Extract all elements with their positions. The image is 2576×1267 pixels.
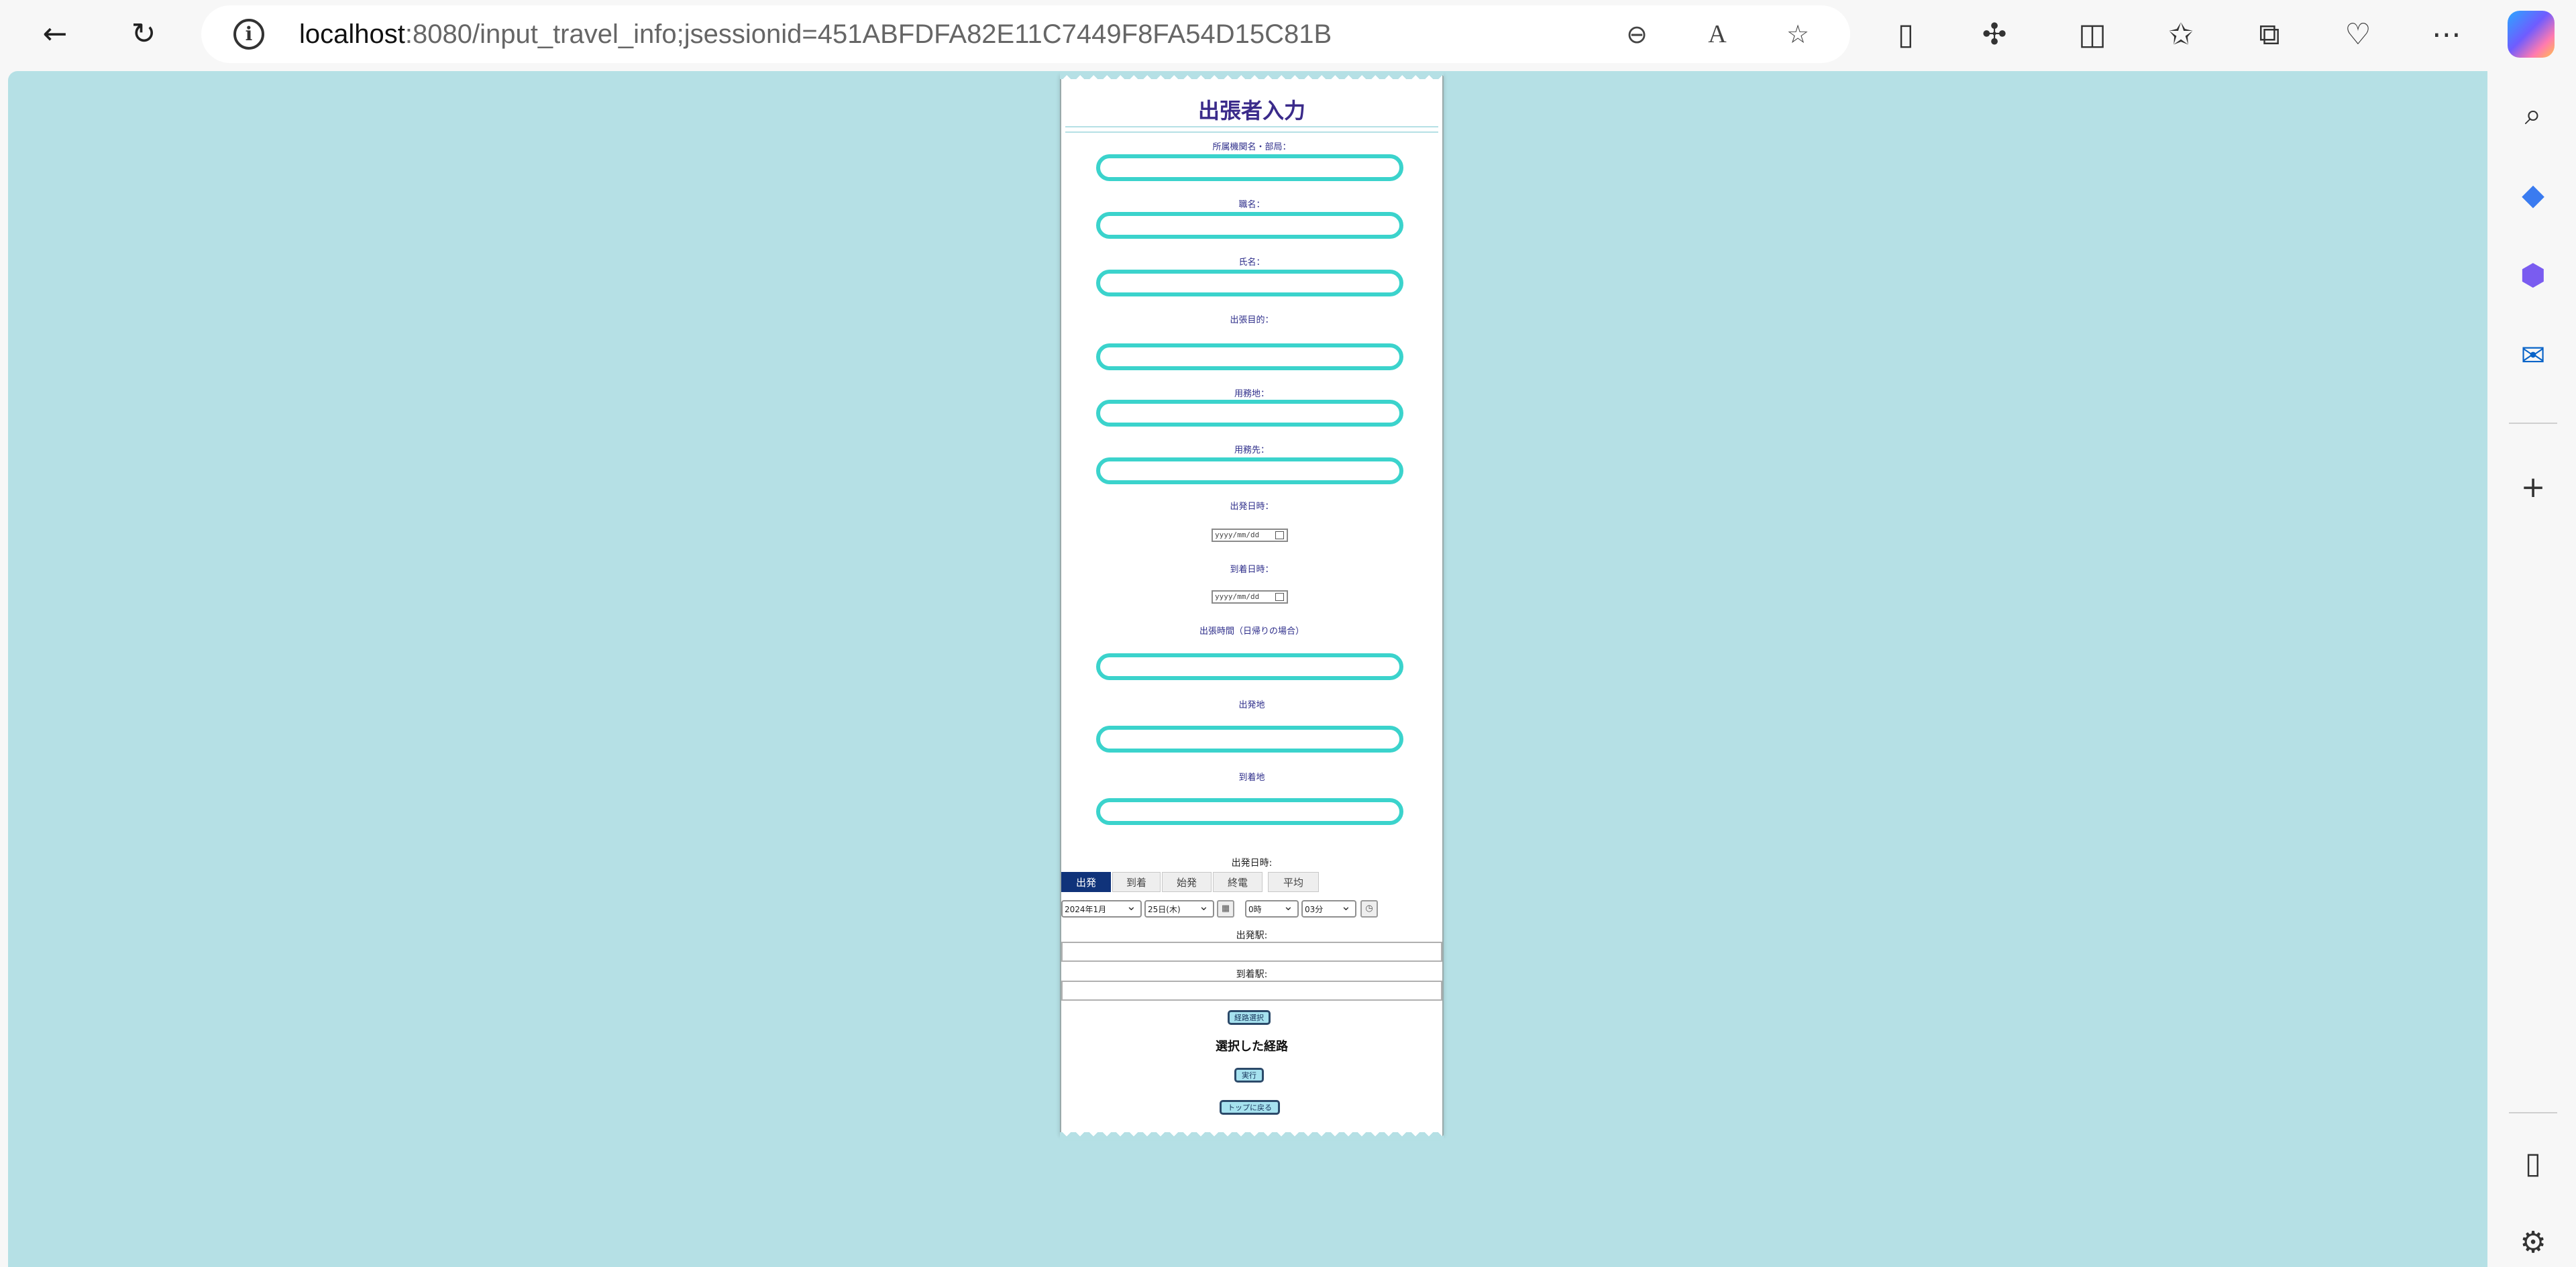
outlook-icon[interactable]: ✉ — [2510, 333, 2556, 378]
route-select-button[interactable]: 経路選択 — [1228, 1010, 1271, 1025]
arrive-station-label: 到着駅: — [1236, 969, 1268, 980]
tab-first-train[interactable]: 始発 — [1162, 872, 1212, 892]
org-input[interactable] — [1096, 154, 1403, 181]
extensions-icon[interactable]: ✣ — [1971, 11, 2018, 58]
sidebar-toggle-icon[interactable]: ▯ — [2510, 1140, 2556, 1186]
add-icon[interactable]: + — [2510, 464, 2556, 510]
browser-toolbar: ← ↻ i localhost:8080/input_travel_info;j… — [0, 0, 2576, 71]
tab-average[interactable]: 平均 — [1268, 872, 1319, 892]
back-arrow-icon[interactable]: ← — [31, 9, 79, 58]
hour-select[interactable]: 0時 ⌄ — [1245, 899, 1299, 918]
destination-label: 到着地 — [1238, 773, 1265, 783]
star-icon[interactable]: ☆ — [1778, 14, 1818, 54]
trip-hours-label: 出張時間（日帰りの場合） — [1199, 626, 1304, 637]
search-icon[interactable]: ⌕ — [2510, 91, 2556, 137]
selected-route-title: 選択した経路 — [1216, 1040, 1288, 1054]
arrive-date-input[interactable]: yyyy/mm/dd — [1212, 590, 1288, 604]
info-icon[interactable]: i — [233, 19, 264, 50]
split-screen-icon[interactable]: ◫ — [2069, 11, 2116, 58]
purpose-label: 出張目的： — [1230, 315, 1274, 325]
name-input[interactable] — [1096, 270, 1403, 296]
zigzag-top-edge — [1060, 71, 1444, 79]
tag-icon[interactable]: ◆ — [2510, 172, 2556, 217]
browser-essentials-icon[interactable]: ♡ — [2334, 11, 2381, 58]
date-placeholder: yyyy/mm/dd — [1215, 592, 1260, 601]
position-input[interactable] — [1096, 212, 1403, 239]
office-icon[interactable]: ⬢ — [2510, 252, 2556, 298]
tab-arrive[interactable]: 到着 — [1112, 872, 1161, 892]
title-divider — [1065, 126, 1438, 133]
sidebar-divider — [2509, 423, 2557, 424]
depart-datetime-label: 出発日時： — [1230, 502, 1274, 512]
name-label: 氏名： — [1238, 258, 1265, 268]
favorites-icon[interactable]: ✩ — [2157, 11, 2204, 58]
tab-last-train[interactable]: 終電 — [1213, 872, 1263, 892]
position-label: 職名： — [1238, 200, 1265, 210]
gear-icon[interactable]: ⚙ — [2510, 1219, 2556, 1265]
copilot-icon[interactable] — [2508, 11, 2555, 58]
chevron-down-icon: ⌄ — [1198, 899, 1209, 914]
calendar-icon[interactable] — [1275, 531, 1284, 539]
more-menu-icon[interactable]: ⋯ — [2423, 11, 2470, 58]
current-time-button[interactable]: ◷ — [1360, 900, 1378, 918]
depart-station-label: 出発駅: — [1236, 930, 1268, 941]
route-depart-datetime-label: 出発日時: — [1231, 858, 1273, 869]
chevron-down-icon: ⌄ — [1126, 899, 1136, 914]
destination-input[interactable] — [1096, 798, 1403, 825]
page-title: 出張者入力 — [1197, 98, 1305, 123]
address-bar[interactable]: i localhost:8080/input_travel_info;jsess… — [201, 5, 1850, 63]
calendar-icon[interactable] — [1275, 593, 1284, 601]
depart-date-input[interactable]: yyyy/mm/dd — [1212, 529, 1288, 542]
chevron-down-icon: ⌄ — [1283, 899, 1293, 914]
business-dest-label: 用務先： — [1234, 445, 1269, 455]
date-placeholder: yyyy/mm/dd — [1215, 531, 1260, 539]
day-select[interactable]: 25日(木) ⌄ — [1144, 899, 1214, 918]
reload-icon[interactable]: ↻ — [119, 9, 168, 58]
minute-select[interactable]: 03分 ⌄ — [1301, 899, 1356, 918]
purpose-input[interactable] — [1096, 343, 1403, 370]
arrive-station-input[interactable] — [1061, 981, 1442, 1001]
zoom-out-icon[interactable]: ⊖ — [1617, 14, 1657, 54]
arrive-datetime-label: 到着日時： — [1230, 565, 1274, 575]
page-icon[interactable]: ▯ — [1882, 11, 1929, 58]
url-text[interactable]: localhost:8080/input_travel_info;jsessio… — [299, 5, 1332, 63]
year-month-select[interactable]: 2024年1月 ⌄ — [1061, 899, 1142, 918]
collections-icon[interactable]: ⧉ — [2246, 11, 2293, 58]
business-place-input[interactable] — [1096, 400, 1403, 427]
origin-input[interactable] — [1096, 726, 1403, 753]
depart-station-input[interactable] — [1061, 942, 1442, 962]
trip-hours-input[interactable] — [1096, 653, 1403, 680]
browser-sidebar: ⌕ ◆ ⬢ ✉ + ▯ ⚙ — [2490, 71, 2576, 1267]
execute-button[interactable]: 実行 — [1234, 1068, 1264, 1083]
tab-depart[interactable]: 出発 — [1061, 872, 1111, 892]
business-dest-input[interactable] — [1096, 457, 1403, 484]
back-to-top-button[interactable]: トップに戻る — [1220, 1100, 1280, 1115]
sidebar-divider — [2509, 1112, 2557, 1113]
origin-label: 出発地 — [1238, 700, 1265, 710]
travel-form-card: 出張者入力 所属機関名・部局： 職名： 氏名： 出張目的： 用務地： 用務先： … — [1060, 71, 1444, 1140]
business-place-label: 用務地： — [1234, 389, 1269, 399]
page-viewport: 出張者入力 所属機関名・部局： 職名： 氏名： 出張目的： 用務地： 用務先： … — [8, 71, 2487, 1267]
chevron-down-icon: ⌄ — [1340, 899, 1351, 914]
zigzag-bottom-edge — [1060, 1132, 1444, 1140]
read-aloud-icon[interactable]: A — [1697, 14, 1737, 54]
org-label: 所属機関名・部局： — [1212, 142, 1291, 152]
calendar-button[interactable]: ▦ — [1217, 900, 1234, 918]
